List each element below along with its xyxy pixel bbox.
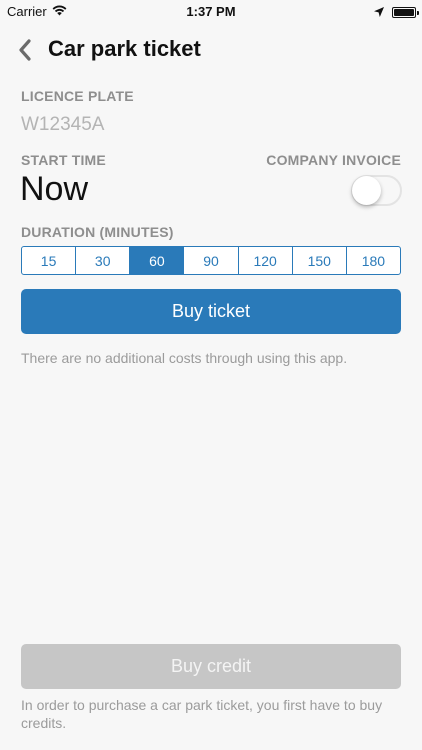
duration-label: DURATION (MINUTES) — [21, 224, 174, 240]
duration-option-90[interactable]: 90 — [184, 247, 239, 274]
duration-option-30[interactable]: 30 — [76, 247, 131, 274]
duration-option-120[interactable]: 120 — [239, 247, 293, 274]
buy-credit-button[interactable]: Buy credit — [21, 644, 401, 689]
back-button[interactable] — [16, 38, 36, 62]
duration-segmented-control: 15 30 60 90 120 150 180 — [21, 246, 401, 275]
duration-option-60[interactable]: 60 — [130, 247, 185, 274]
duration-option-150[interactable]: 150 — [293, 247, 347, 274]
battery-icon — [392, 7, 419, 18]
page-title: Car park ticket — [48, 36, 201, 61]
location-arrow-icon — [374, 5, 384, 20]
battery-level — [394, 9, 414, 16]
chevron-left-icon — [16, 39, 36, 66]
licence-plate-input[interactable] — [21, 112, 391, 138]
duration-option-15[interactable]: 15 — [22, 247, 77, 274]
licence-plate-label: LICENCE PLATE — [21, 88, 134, 104]
buy-credits-note: In order to purchase a car park ticket, … — [21, 697, 383, 731]
buy-ticket-button[interactable]: Buy ticket — [21, 289, 401, 334]
company-invoice-label: COMPANY INVOICE — [266, 152, 401, 168]
no-additional-costs-note: There are no additional costs through us… — [21, 350, 348, 366]
company-invoice-toggle[interactable] — [351, 175, 402, 206]
status-time: 1:37 PM — [186, 4, 236, 19]
toggle-knob — [352, 176, 381, 205]
start-time-value[interactable]: Now — [20, 170, 88, 209]
navigation-bar: Car park ticket — [0, 30, 422, 70]
status-bar-right — [374, 5, 419, 20]
status-bar: Carrier 1:37 PM — [0, 0, 422, 22]
start-time-label: START TIME — [21, 152, 106, 168]
duration-option-180[interactable]: 180 — [347, 247, 400, 274]
